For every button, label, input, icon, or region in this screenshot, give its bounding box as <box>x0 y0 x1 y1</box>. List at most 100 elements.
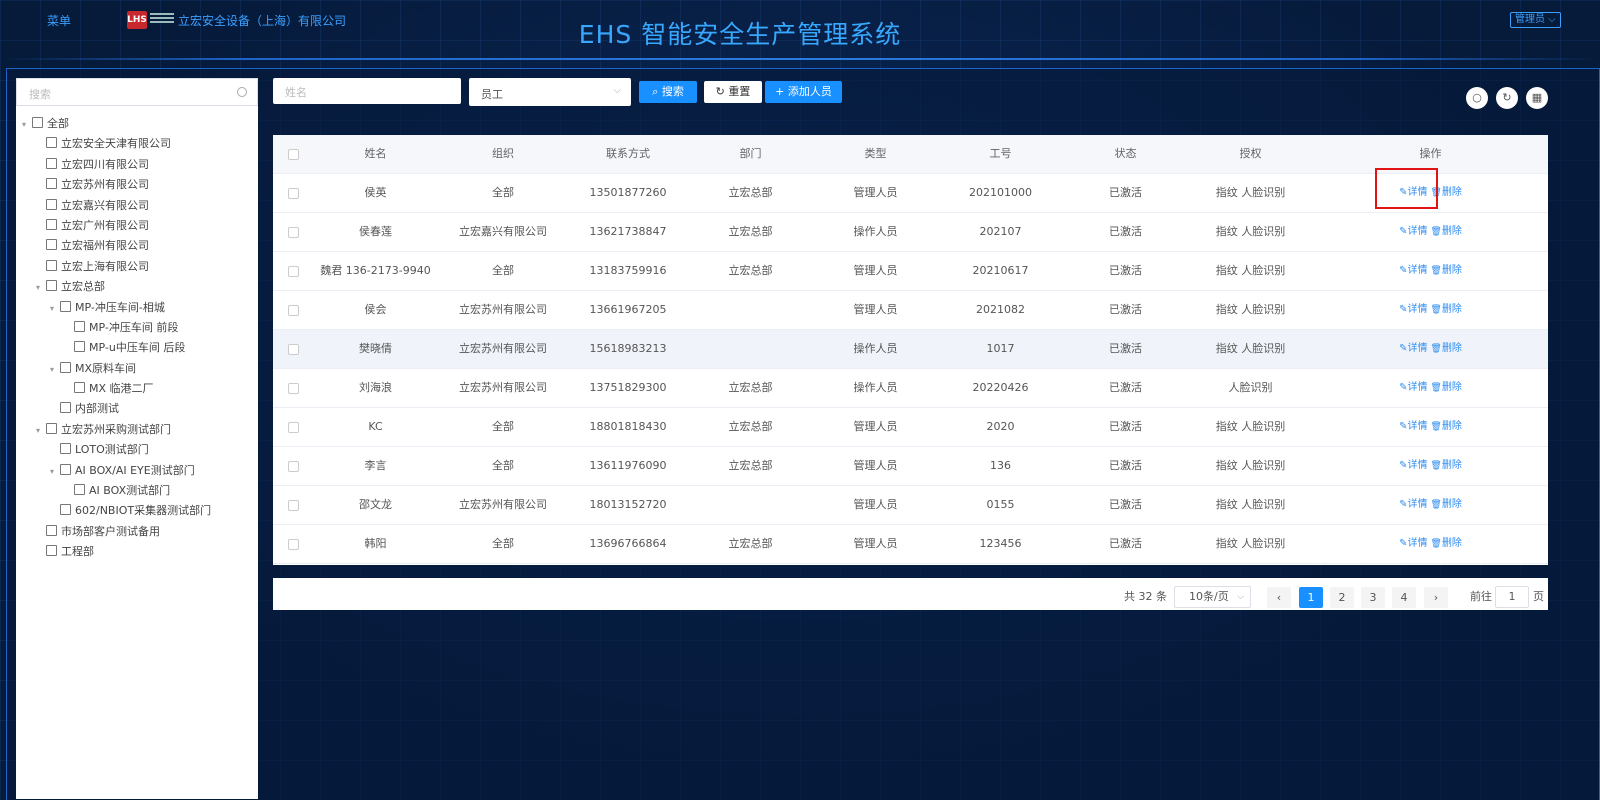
delete-link[interactable]: 删除 <box>1442 187 1462 198</box>
page-number-button[interactable]: 2 <box>1330 587 1354 608</box>
detail-link[interactable]: 详情 <box>1408 421 1428 432</box>
tree-node[interactable]: 市场部客户测试备用 <box>16 522 258 542</box>
edit-icon[interactable]: ✎ <box>1399 538 1407 549</box>
tree-node[interactable]: ▾ AI BOX/AI EYE测试部门 <box>16 461 258 481</box>
table-row[interactable]: 侯春莲 立宏嘉兴有限公司 13621738847 立宏总部 操作人员 202107 已激活 指… <box>273 213 1548 252</box>
delete-link[interactable]: 删除 <box>1442 265 1462 276</box>
tree-node[interactable]: ▾ MP-冲压车间-相城 <box>16 298 258 318</box>
trash-icon[interactable]: 🗑 <box>1428 227 1441 237</box>
edit-icon[interactable]: ✎ <box>1399 499 1407 510</box>
prev-page-button[interactable]: ‹ <box>1267 587 1291 608</box>
trash-icon[interactable]: 🗑 <box>1428 383 1441 393</box>
edit-icon[interactable]: ✎ <box>1399 265 1407 276</box>
edit-icon[interactable]: ✎ <box>1399 226 1407 237</box>
goto-page-input[interactable]: 1 <box>1495 586 1529 608</box>
delete-link[interactable]: 删除 <box>1442 538 1462 549</box>
table-row[interactable]: 魏君 136-2173-9940 全部 13183759916 立宏总部 管理人员 202… <box>273 252 1548 291</box>
tree-node[interactable]: ▾ 全部 <box>16 114 258 134</box>
tree-node[interactable]: AI BOX测试部门 <box>16 481 258 501</box>
delete-link[interactable]: 删除 <box>1442 343 1462 354</box>
name-search-input[interactable]: 姓名 <box>273 78 461 104</box>
row-checkbox[interactable] <box>288 500 299 511</box>
detail-link[interactable]: 详情 <box>1408 460 1428 471</box>
tree-node[interactable]: 立宏苏州有限公司 <box>16 175 258 195</box>
table-row[interactable]: 侯英 全部 13501877260 立宏总部 管理人员 202101000 已激活 指纹 人脸… <box>273 174 1548 213</box>
edit-icon[interactable]: ✎ <box>1399 421 1407 432</box>
row-checkbox[interactable] <box>288 344 299 355</box>
detail-link[interactable]: 详情 <box>1408 304 1428 315</box>
row-checkbox[interactable] <box>288 188 299 199</box>
expand-arrow-icon[interactable]: ▾ <box>50 462 60 482</box>
add-person-button[interactable]: + 添加人员 <box>765 81 842 103</box>
search-button[interactable]: ⌕ 搜索 <box>639 81 697 103</box>
edit-icon[interactable]: ✎ <box>1399 382 1407 393</box>
tree-node[interactable]: 立宏福州有限公司 <box>16 236 258 256</box>
table-row[interactable]: 邵文龙 立宏苏州有限公司 18013152720 管理人员 0155 已激活 指纹 人脸识别… <box>273 486 1548 525</box>
tree-node[interactable]: 立宏广州有限公司 <box>16 216 258 236</box>
tree-node[interactable]: MX 临港二厂 <box>16 379 258 399</box>
row-checkbox[interactable] <box>288 305 299 316</box>
search-icon[interactable]: ○ <box>1466 87 1488 109</box>
page-number-button[interactable]: 1 <box>1299 587 1323 608</box>
detail-link[interactable]: 详情 <box>1408 499 1428 510</box>
select-all-checkbox[interactable] <box>288 149 299 160</box>
expand-arrow-icon[interactable]: ▾ <box>22 115 32 135</box>
trash-icon[interactable]: 🗑 <box>1428 344 1441 354</box>
tree-node[interactable]: MP-冲压车间 前段 <box>16 318 258 338</box>
tree-node[interactable]: ▾ 立宏总部 <box>16 277 258 297</box>
page-number-button[interactable]: 4 <box>1392 587 1416 608</box>
detail-link[interactable]: 详情 <box>1408 382 1428 393</box>
row-checkbox[interactable] <box>288 383 299 394</box>
edit-icon[interactable]: ✎ <box>1399 304 1407 315</box>
delete-link[interactable]: 删除 <box>1442 499 1462 510</box>
detail-link[interactable]: 详情 <box>1408 265 1428 276</box>
page-number-button[interactable]: 3 <box>1361 587 1385 608</box>
delete-link[interactable]: 删除 <box>1442 226 1462 237</box>
trash-icon[interactable]: 🗑 <box>1428 422 1441 432</box>
page-size-select[interactable]: 10条/页 ⌵ <box>1174 586 1251 608</box>
edit-icon[interactable]: ✎ <box>1399 460 1407 471</box>
trash-icon[interactable]: 🗑 <box>1428 539 1441 549</box>
expand-arrow-icon[interactable]: ▾ <box>50 299 60 319</box>
table-row[interactable]: 李言 全部 13611976090 立宏总部 管理人员 136 已激活 指纹 人脸识别 ✎详情 … <box>273 447 1548 486</box>
delete-link[interactable]: 删除 <box>1442 460 1462 471</box>
next-page-button[interactable]: › <box>1424 587 1448 608</box>
tree-node[interactable]: ▾ 立宏苏州采购测试部门 <box>16 420 258 440</box>
tree-node[interactable]: 工程部 <box>16 542 258 562</box>
refresh-icon[interactable]: ↻ <box>1496 87 1518 109</box>
delete-link[interactable]: 删除 <box>1442 304 1462 315</box>
tree-search-input[interactable]: 搜索 <box>16 78 258 106</box>
tree-node[interactable]: 立宏四川有限公司 <box>16 155 258 175</box>
detail-link[interactable]: 详情 <box>1408 343 1428 354</box>
row-checkbox[interactable] <box>288 227 299 238</box>
trash-icon[interactable]: 🗑 <box>1428 266 1441 276</box>
tree-node[interactable]: 内部测试 <box>16 399 258 419</box>
tree-node[interactable]: 立宏安全天津有限公司 <box>16 134 258 154</box>
row-checkbox[interactable] <box>288 539 299 550</box>
user-menu-dropdown[interactable]: 管理员 ⌵ <box>1510 12 1561 28</box>
search-icon[interactable] <box>237 87 247 97</box>
tree-node[interactable]: ▾ MX原料车间 <box>16 359 258 379</box>
delete-link[interactable]: 删除 <box>1442 421 1462 432</box>
tree-node[interactable]: 602/NBIOT采集器测试部门 <box>16 501 258 521</box>
reset-button[interactable]: ↻ 重置 <box>704 81 762 103</box>
detail-link[interactable]: 详情 <box>1408 226 1428 237</box>
row-checkbox[interactable] <box>288 266 299 277</box>
type-select[interactable]: 员工 ⌵ <box>469 78 631 106</box>
table-row[interactable]: 韩阳 全部 13696766864 立宏总部 管理人员 123456 已激活 指纹 人脸识别 ✎… <box>273 525 1548 564</box>
tree-node[interactable]: LOTO测试部门 <box>16 440 258 460</box>
expand-arrow-icon[interactable]: ▾ <box>36 278 46 298</box>
row-checkbox[interactable] <box>288 461 299 472</box>
trash-icon[interactable]: 🗑 <box>1428 461 1441 471</box>
delete-link[interactable]: 删除 <box>1442 382 1462 393</box>
trash-icon[interactable]: 🗑 <box>1428 500 1441 510</box>
grid-icon[interactable]: ▦ <box>1526 87 1548 109</box>
expand-arrow-icon[interactable]: ▾ <box>50 360 60 380</box>
tree-node[interactable]: 立宏上海有限公司 <box>16 257 258 277</box>
detail-link[interactable]: 详情 <box>1408 538 1428 549</box>
trash-icon[interactable]: 🗑 <box>1428 305 1441 315</box>
table-row[interactable]: 刘海浪 立宏苏州有限公司 13751829300 立宏总部 操作人员 20220426 已激… <box>273 369 1548 408</box>
tree-node[interactable]: MP-u中压车间 后段 <box>16 338 258 358</box>
expand-arrow-icon[interactable]: ▾ <box>36 421 46 441</box>
table-row[interactable]: 侯会 立宏苏州有限公司 13661967205 管理人员 2021082 已激活 指纹 人脸… <box>273 291 1548 330</box>
